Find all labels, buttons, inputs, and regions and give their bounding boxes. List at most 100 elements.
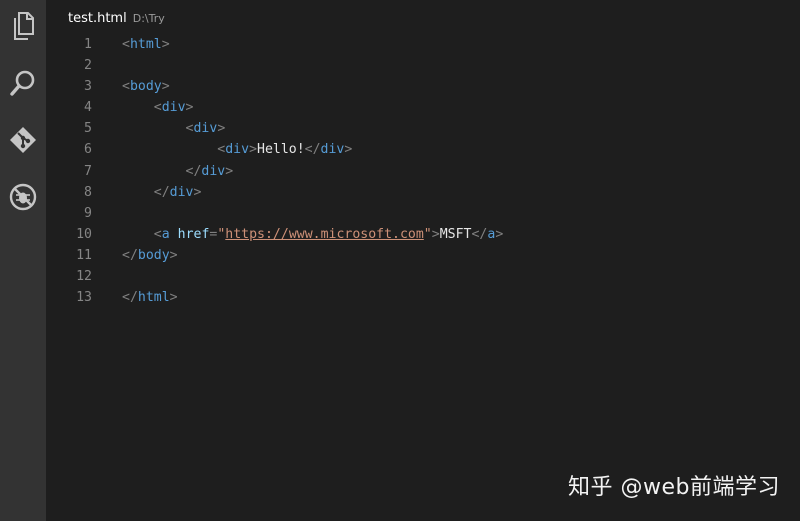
line-content: </div> xyxy=(92,182,202,203)
line-number: 5 xyxy=(84,121,92,137)
line-number: 7 xyxy=(84,163,92,179)
token-str: " xyxy=(423,226,432,242)
code-line[interactable]: 5 <div> xyxy=(46,118,503,139)
code-line[interactable]: 13 </html> xyxy=(46,287,503,308)
token-tag: div xyxy=(201,163,226,179)
line-content: <div> xyxy=(92,118,226,139)
editor-title: test.html D:\Try xyxy=(68,11,165,27)
git-icon xyxy=(10,127,36,153)
token-punc: > xyxy=(193,184,202,200)
token-punc: > xyxy=(185,100,194,116)
line-content xyxy=(92,266,122,287)
code-line[interactable]: 10 <a href="https://www.microsoft.com">M… xyxy=(46,224,503,245)
token-tag: a xyxy=(161,226,170,242)
search-button[interactable] xyxy=(0,69,46,126)
explorer-icon xyxy=(14,12,34,40)
token-punc: > xyxy=(217,121,226,137)
line-content: <body> xyxy=(92,76,170,97)
line-number: 9 xyxy=(84,205,92,221)
token-tag: body xyxy=(129,79,162,95)
code-line[interactable]: 12 xyxy=(46,266,503,287)
line-content: </html> xyxy=(92,287,178,308)
line-content: <div>Hello!</div> xyxy=(92,139,352,160)
code-line[interactable]: 3 <body> xyxy=(46,76,503,97)
token-punc: < xyxy=(122,79,130,95)
line-number: 10 xyxy=(76,226,92,242)
code-line[interactable]: 7 </div> xyxy=(46,161,503,182)
debug-button[interactable] xyxy=(0,183,46,240)
explorer-button[interactable] xyxy=(0,12,46,69)
line-number: 1 xyxy=(84,37,92,52)
token-punc: > xyxy=(161,79,170,95)
token-punc: > xyxy=(344,142,353,158)
search-icon xyxy=(10,70,35,96)
git-button[interactable] xyxy=(0,126,46,183)
vscode-window: test.html D:\Try 1 <html> 2 3 <body> 4 <div> 5… xyxy=(0,0,800,521)
token-punc: </ xyxy=(122,247,138,263)
watermark: 知乎 @web前端学习 xyxy=(568,475,780,500)
token-punc: > xyxy=(225,163,234,179)
editor-pane[interactable]: test.html D:\Try 1 <html> 2 3 <body> 4 <div> 5… xyxy=(46,0,800,521)
token-punc: < xyxy=(122,37,130,52)
token-punc: </ xyxy=(153,184,170,200)
line-number: 2 xyxy=(84,58,92,74)
token-text: MSFT xyxy=(439,226,472,242)
token-tag: body xyxy=(137,247,170,263)
token-punc: </ xyxy=(122,290,138,306)
file-name[interactable]: test.html xyxy=(68,11,127,26)
token-punc: > xyxy=(495,226,504,242)
line-content: <div> xyxy=(92,97,194,118)
token-tag: div xyxy=(193,121,218,137)
token-attr: href xyxy=(177,226,210,242)
code-line[interactable]: 11 </body> xyxy=(46,245,503,266)
line-number: 13 xyxy=(76,290,92,306)
line-number: 8 xyxy=(84,184,92,200)
line-content: </body> xyxy=(92,245,178,266)
code-line[interactable]: 8 </div> xyxy=(46,182,503,203)
token-text: Hello! xyxy=(257,142,305,158)
line-content: <a href="https://www.microsoft.com">MSFT… xyxy=(92,224,504,245)
code-line[interactable]: 2 xyxy=(46,55,503,76)
line-number: 4 xyxy=(84,100,92,116)
code-line[interactable]: 4 <div> xyxy=(46,97,503,118)
token-url[interactable]: https://www.microsoft.com xyxy=(225,227,424,242)
line-content: <html> xyxy=(92,34,170,55)
line-number: 11 xyxy=(76,247,92,263)
line-content xyxy=(92,55,122,76)
token-punc: > xyxy=(169,247,178,263)
line-number: 12 xyxy=(76,269,92,285)
token-tag: div xyxy=(225,142,250,158)
token-punc: > xyxy=(169,290,178,306)
token-tag: html xyxy=(137,290,170,306)
token-punc: > xyxy=(161,37,170,52)
code-area[interactable]: 1 <html> 2 3 <body> 4 <div> 5 <div> 6 <div>Hell… xyxy=(46,34,503,308)
token-punc: </ xyxy=(471,226,488,242)
line-content: </div> xyxy=(92,161,234,182)
line-number: 3 xyxy=(84,79,92,95)
token-punc: > xyxy=(431,226,440,242)
file-path: D:\Try xyxy=(132,12,165,25)
token-tag: div xyxy=(320,142,345,158)
token-punc: > xyxy=(249,142,258,158)
line-content xyxy=(92,203,122,224)
debug-icon xyxy=(9,183,37,211)
token-tag: div xyxy=(169,184,194,200)
code-line[interactable]: 9 xyxy=(46,203,503,224)
activity-bar xyxy=(0,0,46,521)
token-tag: html xyxy=(129,37,162,52)
code-line[interactable]: 6 <div>Hello!</div> xyxy=(46,139,503,160)
token-tag: div xyxy=(161,100,186,116)
token-punc: </ xyxy=(304,142,321,158)
code-line[interactable]: 1 <html> xyxy=(46,34,503,55)
token-punc: </ xyxy=(185,163,202,179)
line-number: 6 xyxy=(84,142,92,158)
token-punc: < xyxy=(153,226,162,242)
token-punc: < xyxy=(153,100,162,116)
